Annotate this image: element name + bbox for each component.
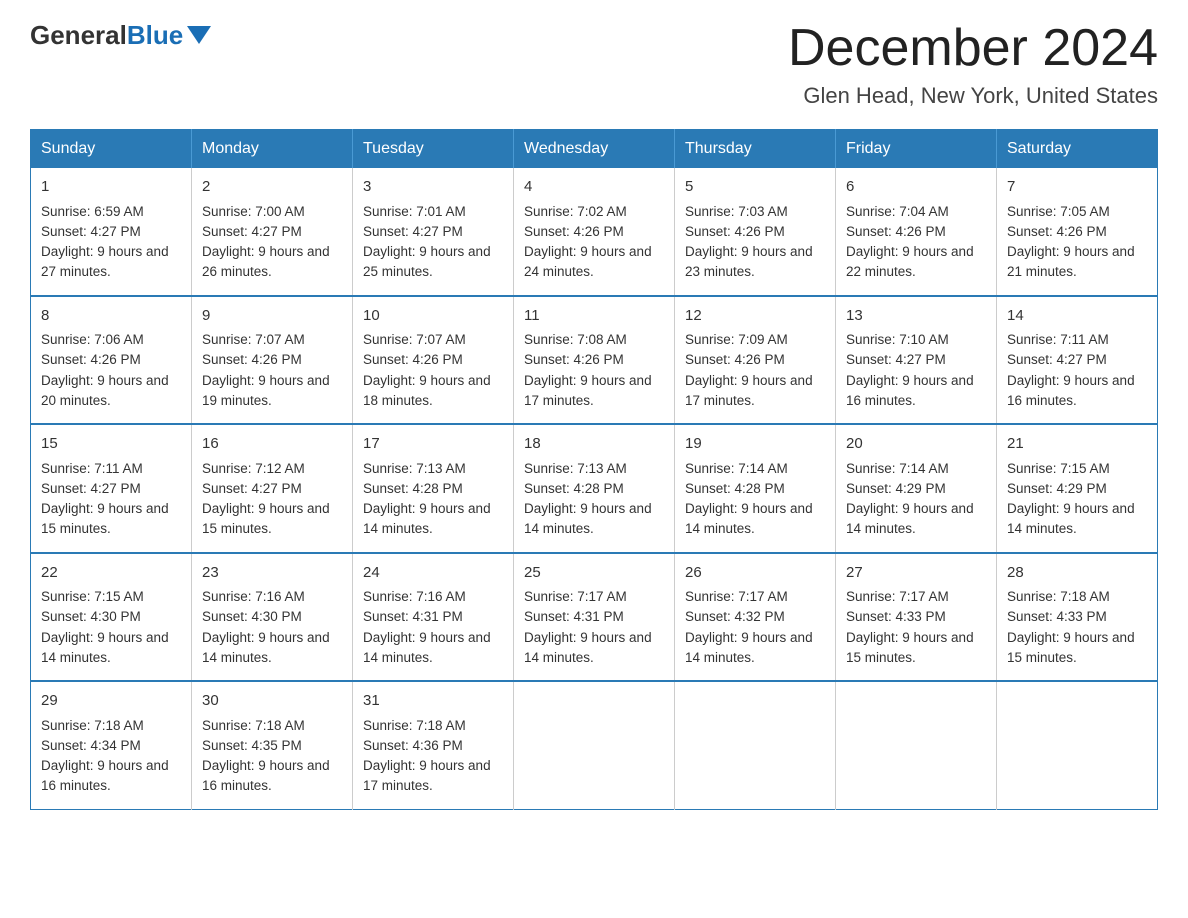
calendar-table: SundayMondayTuesdayWednesdayThursdayFrid… <box>30 129 1158 810</box>
calendar-cell: 6Sunrise: 7:04 AMSunset: 4:26 PMDaylight… <box>836 168 997 296</box>
title-section: December 2024 Glen Head, New York, Unite… <box>788 20 1158 109</box>
day-number: 22 <box>41 562 181 585</box>
page-title: December 2024 <box>788 20 1158 77</box>
calendar-cell: 16Sunrise: 7:12 AMSunset: 4:27 PMDayligh… <box>192 424 353 553</box>
calendar-cell: 17Sunrise: 7:13 AMSunset: 4:28 PMDayligh… <box>353 424 514 553</box>
day-number: 20 <box>846 433 986 456</box>
weekday-header-wednesday: Wednesday <box>514 130 675 169</box>
calendar-week-row: 8Sunrise: 7:06 AMSunset: 4:26 PMDaylight… <box>31 296 1158 425</box>
day-number: 13 <box>846 305 986 328</box>
weekday-header-tuesday: Tuesday <box>353 130 514 169</box>
calendar-cell: 21Sunrise: 7:15 AMSunset: 4:29 PMDayligh… <box>997 424 1158 553</box>
calendar-week-row: 15Sunrise: 7:11 AMSunset: 4:27 PMDayligh… <box>31 424 1158 553</box>
logo: General Blue <box>30 20 211 51</box>
day-number: 5 <box>685 176 825 199</box>
page-header: General Blue December 2024 Glen Head, Ne… <box>30 20 1158 109</box>
day-number: 14 <box>1007 305 1147 328</box>
day-number: 2 <box>202 176 342 199</box>
day-number: 27 <box>846 562 986 585</box>
calendar-cell: 24Sunrise: 7:16 AMSunset: 4:31 PMDayligh… <box>353 553 514 682</box>
calendar-cell <box>997 681 1158 809</box>
day-number: 3 <box>363 176 503 199</box>
calendar-cell: 18Sunrise: 7:13 AMSunset: 4:28 PMDayligh… <box>514 424 675 553</box>
calendar-cell: 28Sunrise: 7:18 AMSunset: 4:33 PMDayligh… <box>997 553 1158 682</box>
calendar-cell: 25Sunrise: 7:17 AMSunset: 4:31 PMDayligh… <box>514 553 675 682</box>
day-number: 9 <box>202 305 342 328</box>
day-number: 8 <box>41 305 181 328</box>
day-number: 18 <box>524 433 664 456</box>
logo-blue-text: Blue <box>127 20 183 51</box>
day-number: 6 <box>846 176 986 199</box>
calendar-cell: 22Sunrise: 7:15 AMSunset: 4:30 PMDayligh… <box>31 553 192 682</box>
calendar-cell: 13Sunrise: 7:10 AMSunset: 4:27 PMDayligh… <box>836 296 997 425</box>
weekday-header-row: SundayMondayTuesdayWednesdayThursdayFrid… <box>31 130 1158 169</box>
calendar-cell: 12Sunrise: 7:09 AMSunset: 4:26 PMDayligh… <box>675 296 836 425</box>
logo-general-text: General <box>30 20 127 51</box>
day-number: 24 <box>363 562 503 585</box>
calendar-cell: 30Sunrise: 7:18 AMSunset: 4:35 PMDayligh… <box>192 681 353 809</box>
calendar-cell <box>675 681 836 809</box>
day-number: 15 <box>41 433 181 456</box>
calendar-cell: 1Sunrise: 6:59 AMSunset: 4:27 PMDaylight… <box>31 168 192 296</box>
day-number: 4 <box>524 176 664 199</box>
weekday-header-friday: Friday <box>836 130 997 169</box>
day-number: 25 <box>524 562 664 585</box>
calendar-cell: 2Sunrise: 7:00 AMSunset: 4:27 PMDaylight… <box>192 168 353 296</box>
day-number: 11 <box>524 305 664 328</box>
calendar-cell: 29Sunrise: 7:18 AMSunset: 4:34 PMDayligh… <box>31 681 192 809</box>
calendar-week-row: 22Sunrise: 7:15 AMSunset: 4:30 PMDayligh… <box>31 553 1158 682</box>
calendar-cell: 20Sunrise: 7:14 AMSunset: 4:29 PMDayligh… <box>836 424 997 553</box>
day-number: 10 <box>363 305 503 328</box>
day-number: 31 <box>363 690 503 713</box>
calendar-cell: 9Sunrise: 7:07 AMSunset: 4:26 PMDaylight… <box>192 296 353 425</box>
weekday-header-monday: Monday <box>192 130 353 169</box>
calendar-cell <box>836 681 997 809</box>
day-number: 16 <box>202 433 342 456</box>
calendar-cell: 27Sunrise: 7:17 AMSunset: 4:33 PMDayligh… <box>836 553 997 682</box>
day-number: 21 <box>1007 433 1147 456</box>
day-number: 29 <box>41 690 181 713</box>
calendar-cell: 14Sunrise: 7:11 AMSunset: 4:27 PMDayligh… <box>997 296 1158 425</box>
calendar-cell: 11Sunrise: 7:08 AMSunset: 4:26 PMDayligh… <box>514 296 675 425</box>
logo-triangle-icon <box>187 26 211 44</box>
day-number: 1 <box>41 176 181 199</box>
day-number: 23 <box>202 562 342 585</box>
weekday-header-sunday: Sunday <box>31 130 192 169</box>
calendar-cell: 4Sunrise: 7:02 AMSunset: 4:26 PMDaylight… <box>514 168 675 296</box>
day-number: 7 <box>1007 176 1147 199</box>
day-number: 26 <box>685 562 825 585</box>
calendar-cell: 23Sunrise: 7:16 AMSunset: 4:30 PMDayligh… <box>192 553 353 682</box>
weekday-header-saturday: Saturday <box>997 130 1158 169</box>
day-number: 12 <box>685 305 825 328</box>
calendar-cell: 7Sunrise: 7:05 AMSunset: 4:26 PMDaylight… <box>997 168 1158 296</box>
calendar-cell: 15Sunrise: 7:11 AMSunset: 4:27 PMDayligh… <box>31 424 192 553</box>
day-number: 17 <box>363 433 503 456</box>
calendar-cell: 26Sunrise: 7:17 AMSunset: 4:32 PMDayligh… <box>675 553 836 682</box>
calendar-cell: 19Sunrise: 7:14 AMSunset: 4:28 PMDayligh… <box>675 424 836 553</box>
day-number: 19 <box>685 433 825 456</box>
day-number: 28 <box>1007 562 1147 585</box>
weekday-header-thursday: Thursday <box>675 130 836 169</box>
page-subtitle: Glen Head, New York, United States <box>788 83 1158 109</box>
calendar-cell: 31Sunrise: 7:18 AMSunset: 4:36 PMDayligh… <box>353 681 514 809</box>
day-number: 30 <box>202 690 342 713</box>
calendar-cell: 10Sunrise: 7:07 AMSunset: 4:26 PMDayligh… <box>353 296 514 425</box>
calendar-cell <box>514 681 675 809</box>
calendar-week-row: 1Sunrise: 6:59 AMSunset: 4:27 PMDaylight… <box>31 168 1158 296</box>
calendar-cell: 8Sunrise: 7:06 AMSunset: 4:26 PMDaylight… <box>31 296 192 425</box>
calendar-cell: 3Sunrise: 7:01 AMSunset: 4:27 PMDaylight… <box>353 168 514 296</box>
calendar-cell: 5Sunrise: 7:03 AMSunset: 4:26 PMDaylight… <box>675 168 836 296</box>
calendar-week-row: 29Sunrise: 7:18 AMSunset: 4:34 PMDayligh… <box>31 681 1158 809</box>
